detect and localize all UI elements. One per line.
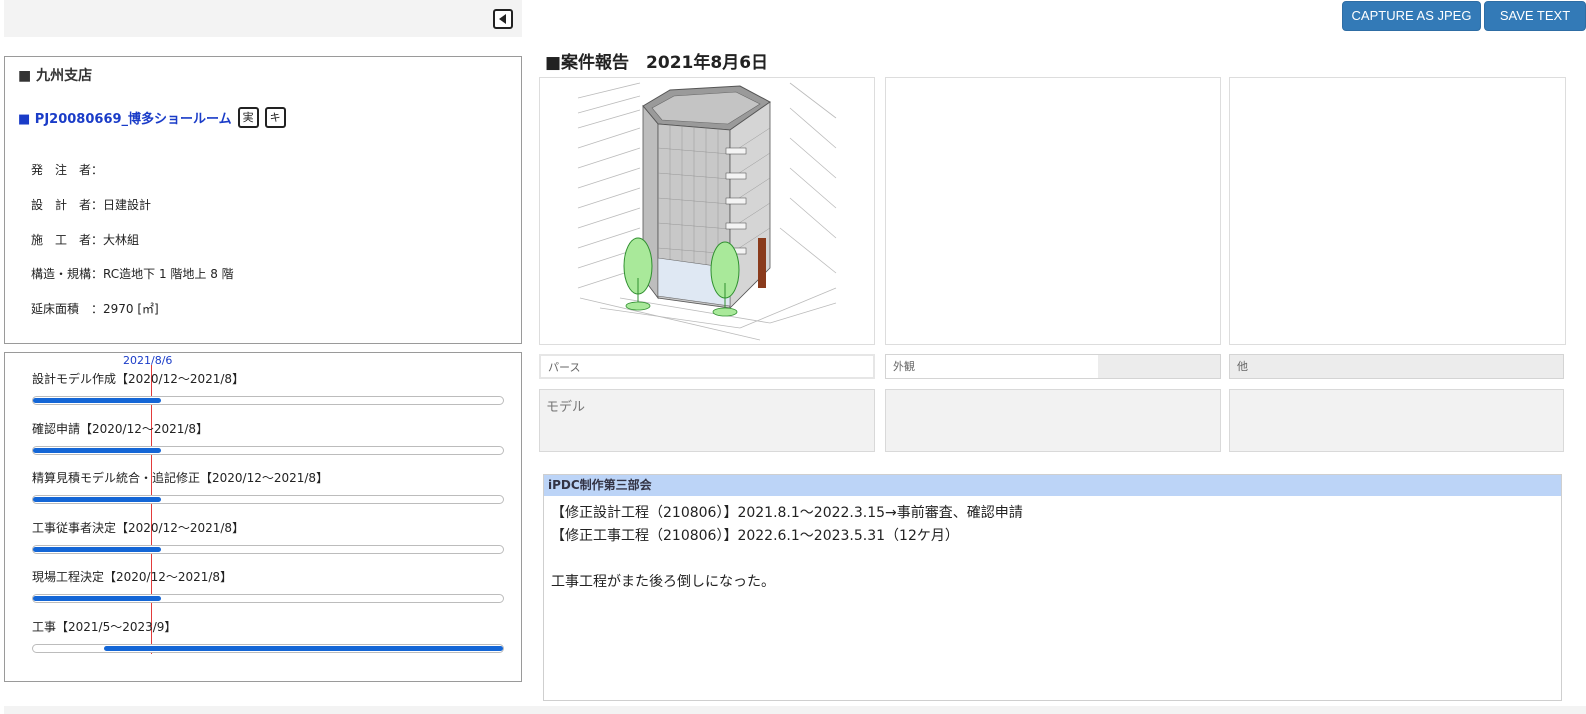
task-progress-track <box>32 445 504 455</box>
bottom-strip <box>4 706 1586 714</box>
task-progress-fill <box>33 447 161 453</box>
today-marker-line <box>151 365 152 654</box>
collapse-panel-icon[interactable] <box>493 9 513 29</box>
tag-button-jitsu[interactable]: 実 <box>237 107 259 128</box>
project-line: ■ PJ20080669_博多ショールーム 実 キ <box>18 107 286 128</box>
caption-input-1[interactable]: パース <box>539 354 875 379</box>
save-text-button[interactable]: SAVE TEXT <box>1484 1 1586 31</box>
caption-input-3[interactable]: 他 <box>1229 354 1564 379</box>
branch-title: ■ 九州支店 <box>18 68 93 84</box>
project-info-panel: ■ 九州支店 ■ PJ20080669_博多ショールーム 実 キ 発 注 者： … <box>4 56 522 344</box>
task-progress-fill <box>33 596 161 601</box>
task-progress-fill <box>33 546 161 552</box>
task-progress-fill <box>33 497 161 502</box>
info-value: 2970 [㎡] <box>103 302 159 316</box>
schedule-task: 精算見積モデル統合・追記修正【2020/12～2021/8】 <box>32 469 506 504</box>
report-title: ■案件報告 2021年8月6日 <box>545 53 769 73</box>
info-label: 施 工 者： <box>31 233 104 247</box>
building-perspective-image <box>577 82 837 341</box>
info-label: 設 計 者： <box>31 198 104 212</box>
tag-button-ki[interactable]: キ <box>264 107 286 128</box>
info-value: RC造地下 1 階地上 8 階 <box>103 267 234 281</box>
note-textarea-1[interactable]: モデル <box>539 389 875 452</box>
task-label: 精算見積モデル統合・追記修正【2020/12～2021/8】 <box>32 471 329 485</box>
task-progress-track <box>32 396 504 405</box>
left-toolbar-strip <box>4 0 522 37</box>
info-value: 日建設計 <box>103 198 152 212</box>
schedule-task: 設計モデル作成【2020/12～2021/8】 <box>32 370 506 405</box>
photo-slot-2[interactable] <box>885 77 1221 345</box>
project-name-link[interactable]: ■ PJ20080669_博多ショールーム <box>18 108 232 127</box>
task-progress-track <box>32 594 504 603</box>
info-row-structure: 構造・規構：RC造地下 1 階地上 8 階 <box>31 265 234 282</box>
task-progress-fill <box>33 398 161 403</box>
task-progress-track <box>32 643 504 653</box>
info-label: 構造・規構： <box>31 267 104 281</box>
task-label: 工事【2021/5～2023/9】 <box>32 619 177 634</box>
info-row-client: 発 注 者： <box>31 161 103 178</box>
schedule-panel: 2021/8/6 設計モデル作成【2020/12～2021/8】 確認申請【202… <box>4 352 522 682</box>
info-label: 延床面積 ： <box>31 302 104 316</box>
caption-input-2[interactable]: 外観 <box>885 354 1221 379</box>
info-row-contractor: 施 工 者：大林組 <box>31 231 139 248</box>
task-label: 確認申請【2020/12～2021/8】 <box>32 421 209 436</box>
comment-panel[interactable]: iPDC制作第三部会 【修正設計工程（210806）】2021.8.1～2022… <box>543 474 1562 701</box>
note-textarea-2[interactable] <box>885 389 1221 452</box>
today-date-label: 2021/8/6 <box>123 354 173 367</box>
info-label: 発 注 者： <box>31 163 104 177</box>
task-label: 現場工程決定【2020/12～2021/8】 <box>32 570 233 584</box>
task-label: 設計モデル作成【2020/12～2021/8】 <box>32 372 245 386</box>
schedule-task: 確認申請【2020/12～2021/8】 <box>32 420 506 455</box>
capture-jpeg-button[interactable]: CAPTURE AS JPEG <box>1342 1 1481 31</box>
task-progress-fill <box>104 645 503 651</box>
task-progress-track <box>32 544 504 554</box>
photo-slot-3[interactable] <box>1229 77 1566 345</box>
comment-text[interactable]: 【修正設計工程（210806）】2021.8.1～2022.3.15→事前審査、… <box>544 496 1561 600</box>
info-row-floor-area: 延床面積 ：2970 [㎡] <box>31 300 159 317</box>
task-label: 工事従事者決定【2020/12～2021/8】 <box>32 520 245 535</box>
schedule-task: 現場工程決定【2020/12～2021/8】 <box>32 568 506 603</box>
schedule-task: 工事【2021/5～2023/9】 <box>32 618 506 653</box>
info-row-designer: 設 計 者：日建設計 <box>31 196 151 213</box>
schedule-task: 工事従事者決定【2020/12～2021/8】 <box>32 519 506 554</box>
comment-header: iPDC制作第三部会 <box>544 475 1561 496</box>
info-value: 大林組 <box>103 233 140 247</box>
note-textarea-3[interactable] <box>1229 389 1564 452</box>
photo-slot-1[interactable] <box>539 77 875 345</box>
task-progress-track <box>32 495 504 504</box>
